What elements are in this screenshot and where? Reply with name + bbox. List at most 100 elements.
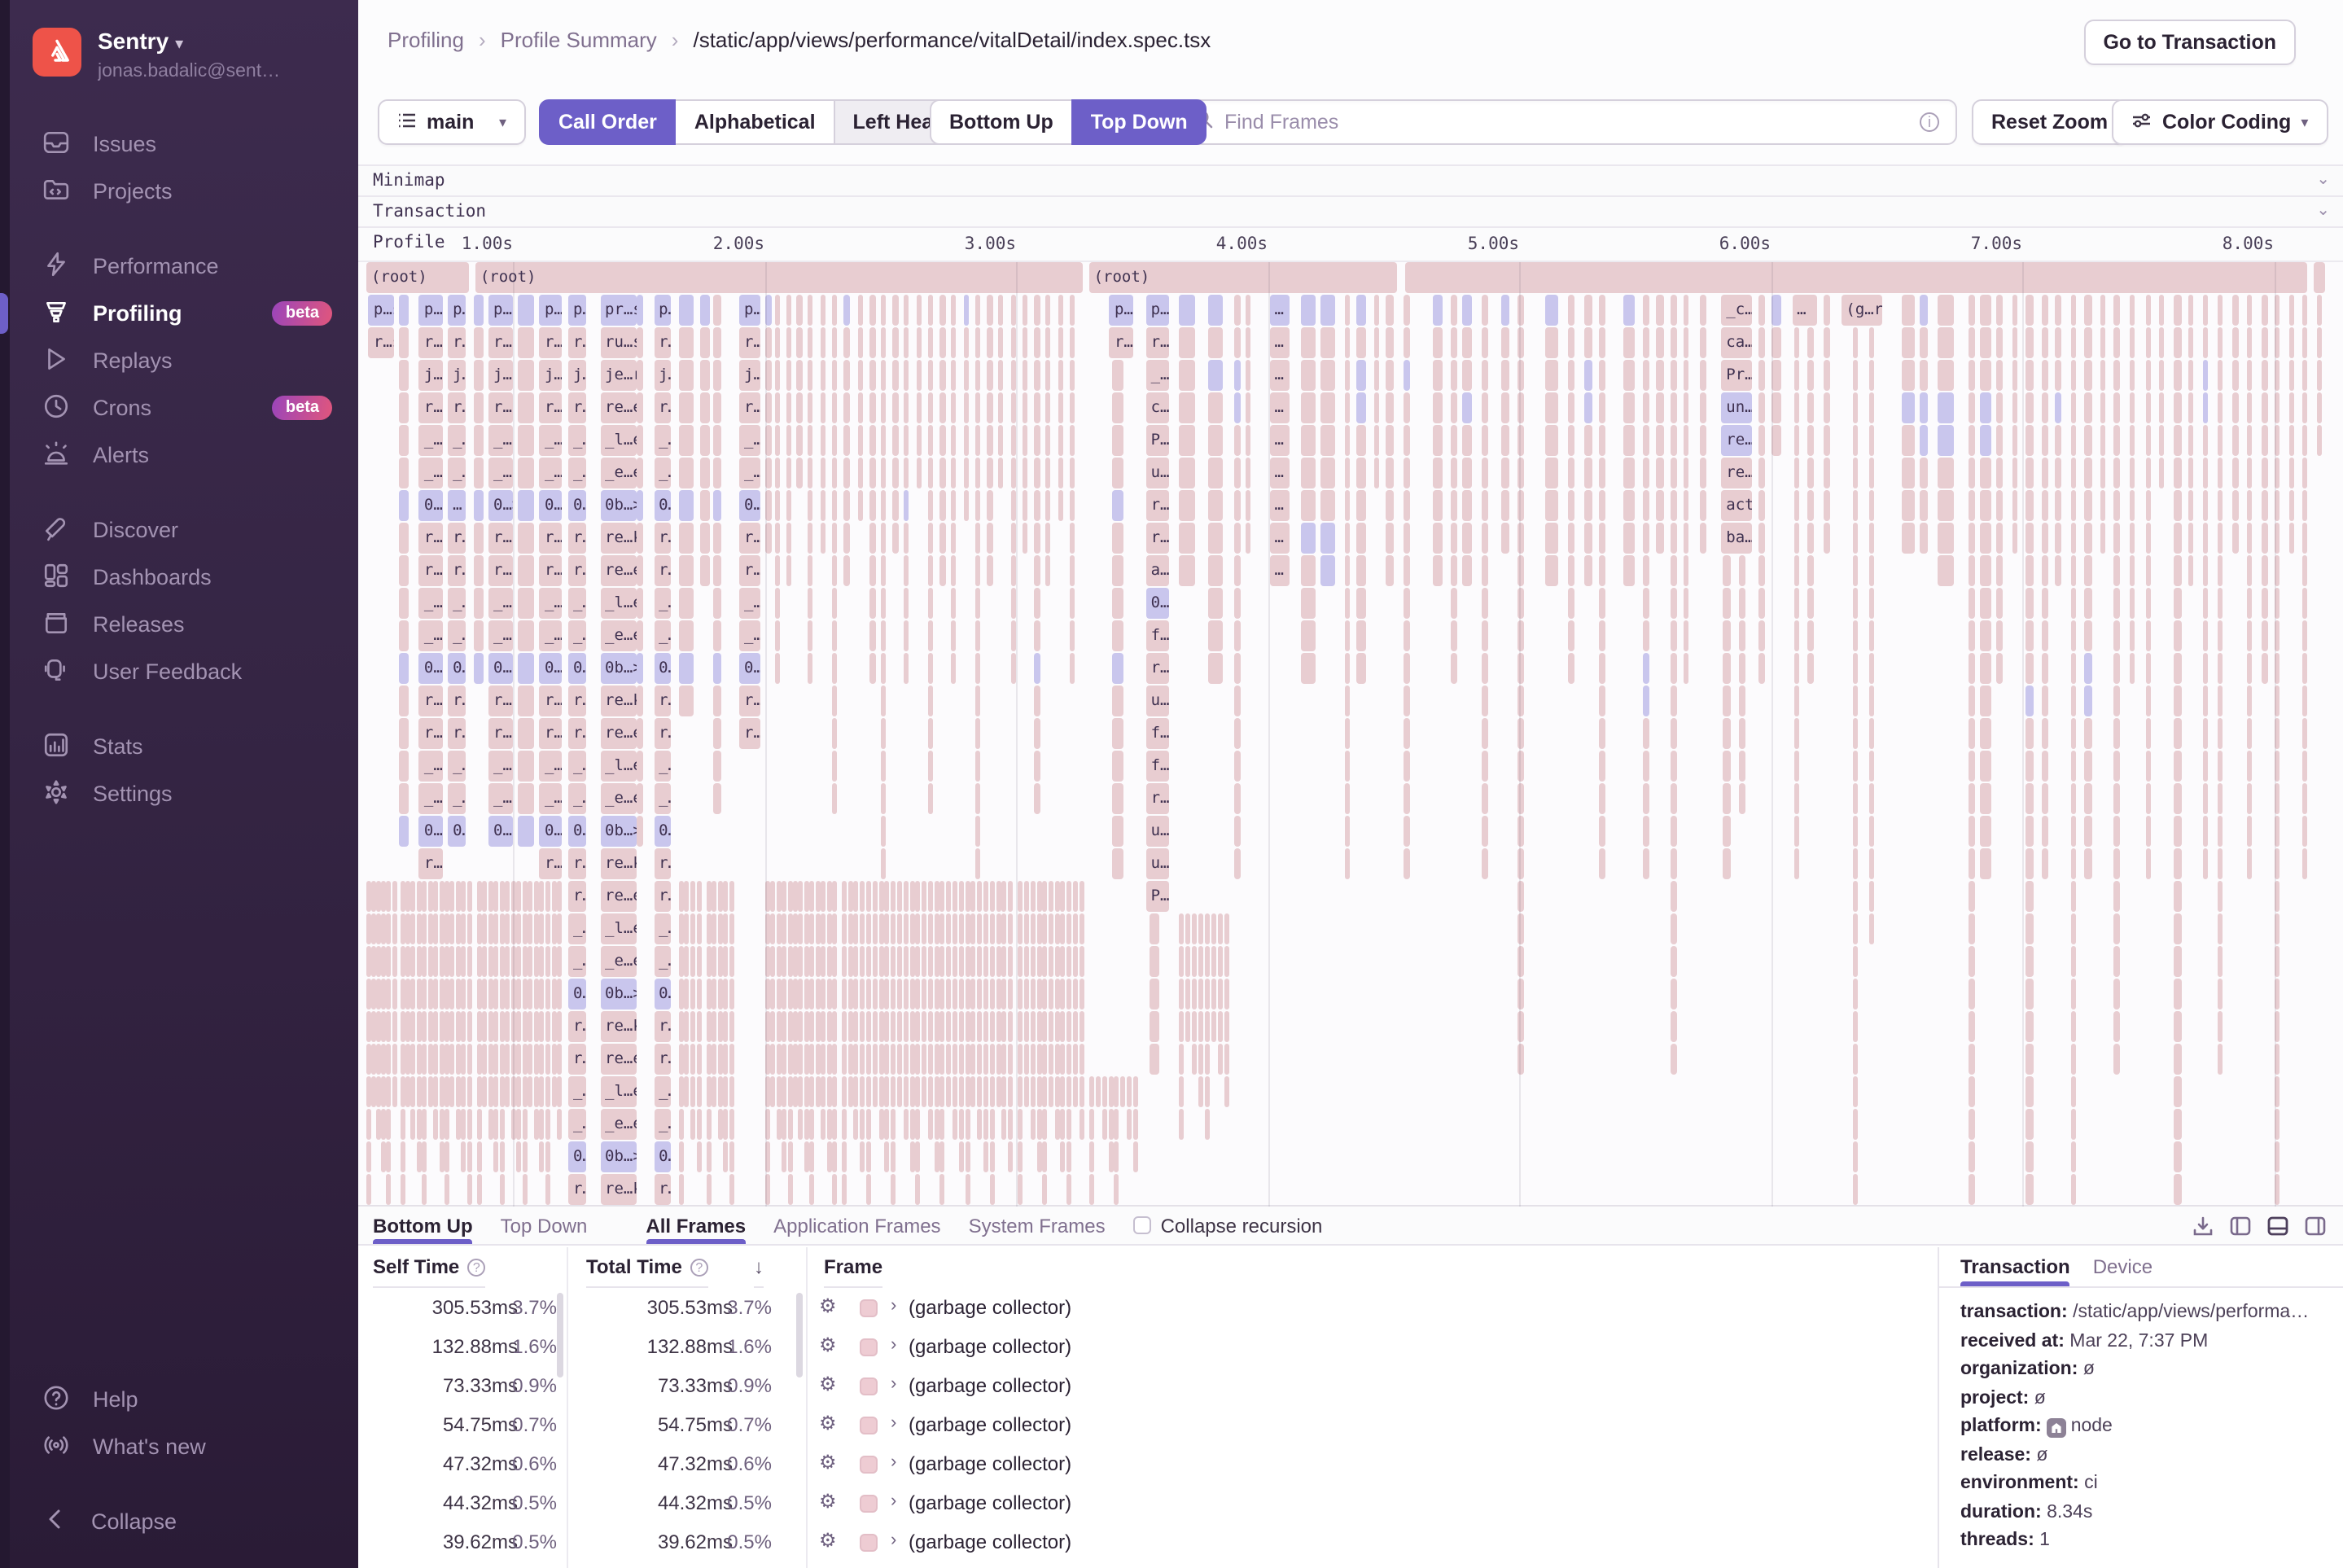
flame-cell[interactable] [1344,425,1351,456]
flame-cell[interactable] [2071,620,2076,651]
flame-cell[interactable] [983,881,988,912]
flame-cell[interactable] [909,1044,914,1075]
flame-cell[interactable]: … [448,490,466,521]
flame-cell[interactable] [637,295,644,326]
flame-cell[interactable] [1113,523,1123,554]
flame-cell[interactable] [540,1076,545,1107]
flame-cell[interactable] [462,1044,466,1075]
flame-cell[interactable] [2071,295,2076,326]
flame-cell[interactable] [983,1076,988,1107]
reset-zoom-button[interactable]: Reset Zoom [1972,99,2127,145]
flame-cell[interactable] [2302,751,2307,782]
flame-cell[interactable] [869,588,875,619]
flame-cell[interactable] [678,392,694,423]
flame-cell[interactable] [952,588,957,619]
flame-cell[interactable]: re…r [1721,425,1752,456]
flame-cell[interactable] [857,458,862,488]
flame-cell[interactable] [847,913,852,944]
flame-cell[interactable] [519,751,534,782]
flame-cell[interactable] [1180,1076,1185,1107]
flame-cell[interactable] [1643,327,1649,358]
flame-cell[interactable]: re…k [600,685,637,716]
flame-cell[interactable] [1824,425,1830,456]
flame-cell[interactable] [1981,783,1990,814]
sidebar-item-issues[interactable]: Issues [0,120,358,168]
flame-cell[interactable] [2218,360,2223,391]
flame-cell[interactable] [1018,1044,1023,1075]
flame-cell[interactable] [2055,458,2061,488]
flame-cell[interactable]: _… [568,1109,586,1140]
flame-cell[interactable] [928,783,933,814]
flame-cell[interactable] [2275,295,2279,326]
flame-cell[interactable] [2302,425,2307,456]
flame-cell[interactable] [1462,295,1472,326]
flame-cell[interactable] [511,881,516,912]
flame-cell[interactable] [517,979,522,1010]
flame-cell[interactable] [2248,392,2253,423]
flame-cell[interactable] [714,360,722,391]
flame-cell[interactable] [729,1109,734,1140]
flame-cell[interactable] [796,360,803,391]
flame-cell[interactable] [953,979,957,1010]
flame-cell[interactable] [1209,327,1223,358]
flame-cell[interactable] [771,946,776,977]
flame-cell[interactable] [842,1011,847,1042]
table-row[interactable]: 54.75ms0.7%54.75ms0.7%⚙›(garbage collect… [358,1413,1938,1452]
flame-cell[interactable] [934,979,939,1010]
flame-cell[interactable] [2173,783,2181,814]
flame-cell[interactable] [476,946,481,977]
flame-cell[interactable] [405,1076,410,1107]
flame-cell[interactable] [2202,360,2209,391]
flame-cell[interactable] [2114,588,2121,619]
flame-cell[interactable] [2055,425,2061,456]
flame-cell[interactable] [947,1011,952,1042]
flame-cell[interactable] [975,327,980,358]
flame-cell[interactable] [1058,360,1064,391]
flame-cell[interactable] [1034,718,1040,749]
flame-cell[interactable] [820,327,826,358]
flame-cell[interactable] [1981,653,1990,684]
flame-cell[interactable] [1010,360,1017,391]
flame-cell[interactable] [832,458,837,488]
flame-cell[interactable] [891,1141,896,1172]
flame-cell[interactable] [916,295,922,326]
flame-cell[interactable] [2041,295,2047,326]
flame-cell[interactable] [922,1076,926,1107]
direction-bottom-up[interactable]: Bottom Up [930,99,1073,145]
flame-cell[interactable] [1209,490,1223,521]
flame-cell[interactable] [1807,620,1814,651]
flame-cell[interactable] [1058,295,1064,326]
flame-cell[interactable] [1684,523,1688,554]
flame-cell[interactable] [1089,1141,1094,1172]
flame-cell[interactable] [700,425,709,456]
flame-cell[interactable] [1450,360,1456,391]
flame-cell[interactable] [718,1011,723,1042]
flame-cell[interactable] [1807,523,1814,554]
flame-cell[interactable] [1794,392,1799,423]
flame-cell[interactable] [843,458,850,488]
flame-cell[interactable]: a… [1146,555,1170,586]
flame-cell[interactable] [1211,913,1216,944]
flame-cell[interactable] [422,1174,427,1205]
flame-cell[interactable] [2173,816,2181,847]
flame-cell[interactable] [2188,295,2193,326]
flame-cell[interactable] [1205,1109,1210,1140]
sidebar-item-user-feedback[interactable]: User Feedback [0,648,358,695]
flame-cell[interactable] [1320,555,1334,586]
flame-cell[interactable] [1807,327,1814,358]
flame-cell[interactable] [411,946,416,977]
flame-cell[interactable]: r… [419,718,444,749]
flame-cell[interactable] [445,979,449,1010]
flame-cell[interactable] [775,392,780,423]
flame-cell[interactable]: _… [654,913,671,944]
flame-cell[interactable] [1981,685,1990,716]
flame-cell[interactable] [1853,718,1858,749]
flame-cell[interactable] [2145,555,2152,586]
flame-cell[interactable] [1018,913,1023,944]
flame-cell[interactable] [1133,1109,1138,1140]
flame-cell[interactable] [878,946,883,977]
flame-cell[interactable] [1853,425,1858,456]
flame-cell[interactable] [2145,783,2152,814]
flame-cell[interactable]: 0… [540,816,562,847]
flame-cell[interactable] [1739,653,1745,684]
